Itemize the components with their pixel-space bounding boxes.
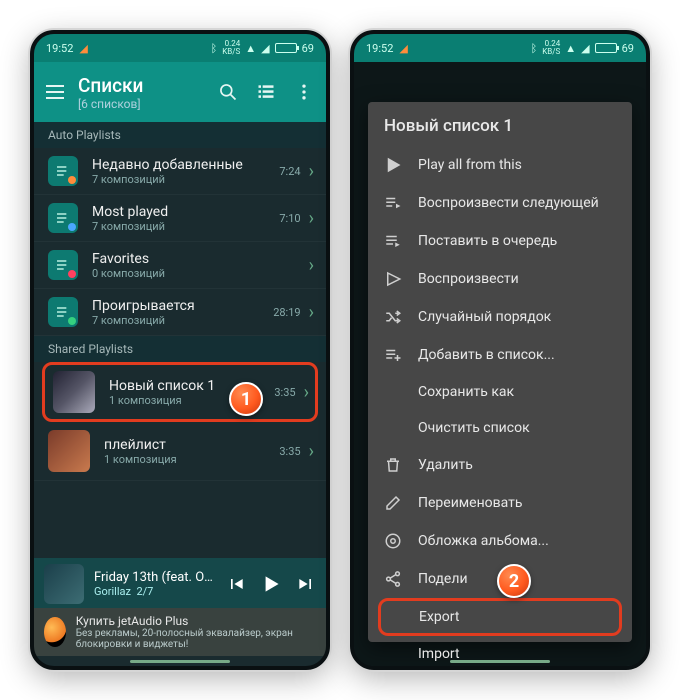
net-speed: 0.24KB/S — [542, 40, 560, 56]
status-time: 19:52 — [366, 42, 393, 55]
menu-item-play-next[interactable]: Воспроизвести следующей — [368, 184, 632, 222]
step-badge-2: 2 — [497, 564, 531, 598]
playlist-row[interactable]: Недавно добавленные 7 композиций 7:24 › — [34, 148, 326, 195]
playlist-sub: 7 композиций — [92, 314, 273, 327]
app-header: Списки [6 списков] — [34, 62, 326, 122]
playlist-duration: 3:35 — [274, 386, 295, 399]
wifi-icon: ▲ — [245, 42, 256, 55]
menu-item-save-as[interactable]: Сохранить как — [368, 374, 632, 410]
status-time: 19:52 — [46, 42, 73, 55]
playlist-sub: 7 композиций — [92, 173, 279, 186]
section-auto-playlists: Auto Playlists — [34, 122, 326, 148]
net-speed: 0.24KB/S — [222, 40, 240, 56]
menu-item-delete[interactable]: Удалить — [368, 446, 632, 484]
playlist-name: Most played — [92, 204, 279, 220]
chevron-right-icon[interactable]: › — [309, 302, 314, 323]
menu-item-export[interactable]: Export — [378, 598, 622, 636]
home-indicator — [450, 660, 550, 663]
menu-item-add-to-list[interactable]: Добавить в список... — [368, 336, 632, 374]
prev-icon[interactable] — [226, 574, 246, 594]
now-playing-artwork — [44, 564, 84, 604]
playlist-duration: 7:24 — [279, 165, 300, 178]
menu-item-clear[interactable]: Очистить список — [368, 410, 632, 446]
playlist-sub: 1 композиция — [104, 453, 279, 466]
playlist-name: Проигрывается — [92, 298, 273, 314]
bluetooth-icon: ᛒ — [531, 42, 538, 55]
playlist-row[interactable]: Most played 7 композиций 7:10 › — [34, 195, 326, 242]
playlist-sub: 0 композиций — [92, 267, 301, 280]
search-icon[interactable] — [218, 82, 238, 102]
playlist-duration: 28:19 — [273, 306, 300, 319]
playlist-row-highlighted[interactable]: Новый список 1 1 композиция 3:35 › — [42, 362, 318, 422]
playlist-dot-icon — [68, 270, 76, 278]
phone-left: 19:52 ◢ ᛒ 0.24KB/S ▲ ◢ 69 Списки [6 спис… — [30, 30, 330, 670]
now-playing-artist: Gorillaz 2/7 — [94, 585, 216, 598]
playlist-row[interactable]: плейлист 1 композиция 3:35 › — [34, 422, 326, 481]
context-menu: Новый список 1 Play all from this Воспро… — [368, 102, 632, 642]
playlist-artwork — [53, 371, 95, 413]
next-icon[interactable] — [296, 574, 316, 594]
playlist-row[interactable]: Проигрывается 7 композиций 28:19 › — [34, 289, 326, 336]
bluetooth-icon: ᛒ — [211, 42, 218, 55]
status-app-icon: ◢ — [79, 42, 87, 55]
ad-logo-icon — [44, 617, 66, 647]
chevron-right-icon[interactable]: › — [309, 441, 314, 462]
chevron-right-icon[interactable]: › — [309, 208, 314, 229]
signal-icon: ◢ — [261, 42, 269, 55]
playlist-dot-icon — [68, 176, 76, 184]
playlist-name: плейлист — [104, 437, 279, 453]
chevron-right-icon[interactable]: › — [304, 382, 309, 403]
status-bar: 19:52 ◢ ᛒ 0.24KB/S ▲ ◢ 69 — [34, 34, 326, 62]
chevron-right-icon[interactable]: › — [309, 255, 314, 276]
home-indicator — [130, 660, 230, 663]
playlist-dot-icon — [68, 317, 76, 325]
menu-item-import[interactable]: Import — [368, 636, 632, 670]
menu-icon[interactable] — [46, 85, 64, 99]
ad-title: Купить jetAudio Plus — [76, 614, 316, 628]
playlist-duration: 7:10 — [279, 212, 300, 225]
playlist-dot-icon — [68, 223, 76, 231]
playlist-artwork — [48, 430, 90, 472]
menu-item-play[interactable]: Воспроизвести — [368, 260, 632, 298]
playlist-name: Favorites — [92, 251, 301, 267]
menu-title: Новый список 1 — [368, 102, 632, 146]
view-options-icon[interactable] — [256, 82, 276, 102]
playlist-duration: 3:35 — [279, 445, 300, 458]
playlist-name: Недавно добавленные — [92, 157, 279, 173]
battery-icon — [595, 43, 617, 53]
status-bar: 19:52 ◢ ᛒ 0.24KB/S ▲ ◢ 69 — [354, 34, 646, 62]
playlist-sub: 7 композиций — [92, 220, 279, 233]
menu-item-queue[interactable]: Поставить в очередь — [368, 222, 632, 260]
menu-item-play-all[interactable]: Play all from this — [368, 146, 632, 184]
battery-icon — [275, 43, 297, 53]
step-badge-1: 1 — [229, 382, 263, 416]
now-playing-bar[interactable]: Friday 13th (feat. Octav Gorillaz 2/7 — [34, 558, 326, 610]
now-playing-song: Friday 13th (feat. Octav — [94, 570, 216, 585]
section-shared-playlists: Shared Playlists — [34, 336, 326, 362]
menu-item-album-art[interactable]: Обложка альбома... — [368, 522, 632, 560]
ad-subtitle: Без рекламы, 20-полосный эквалайзер, экр… — [76, 628, 316, 650]
battery-pct: 69 — [622, 42, 634, 55]
menu-item-rename[interactable]: Переименовать — [368, 484, 632, 522]
more-icon[interactable] — [294, 82, 314, 102]
battery-pct: 69 — [302, 42, 314, 55]
page-subtitle: [6 списков] — [78, 97, 204, 111]
page-title: Списки — [78, 74, 204, 97]
play-icon[interactable] — [258, 571, 284, 597]
signal-icon: ◢ — [581, 42, 589, 55]
ad-banner[interactable]: Купить jetAudio Plus Без рекламы, 20-пол… — [34, 608, 326, 656]
chevron-right-icon[interactable]: › — [309, 161, 314, 182]
menu-item-shuffle[interactable]: Случайный порядок — [368, 298, 632, 336]
playlist-row[interactable]: Favorites 0 композиций › — [34, 242, 326, 289]
status-app-icon: ◢ — [399, 42, 407, 55]
phone-right: 19:52 ◢ ᛒ 0.24KB/S ▲ ◢ 69 Новый список 1… — [350, 30, 650, 670]
wifi-icon: ▲ — [565, 42, 576, 55]
